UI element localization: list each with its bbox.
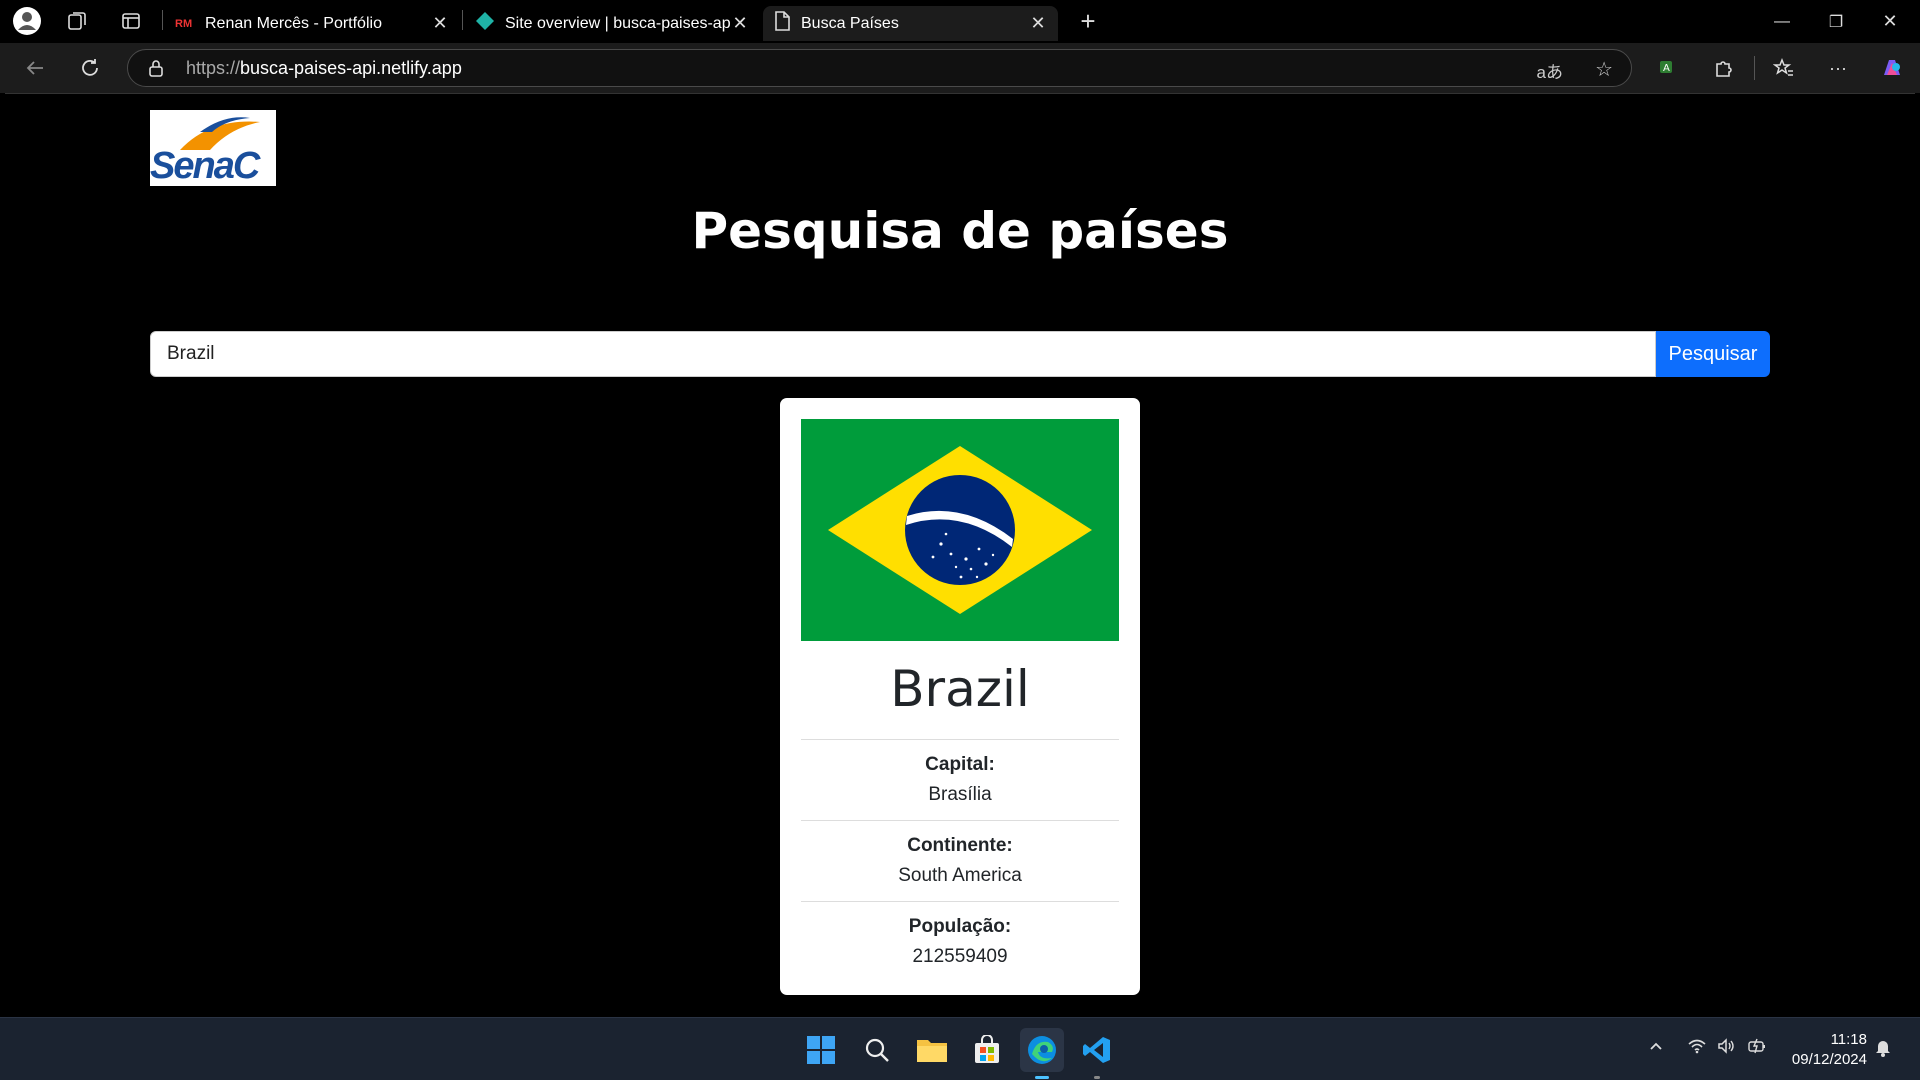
vertical-tabs-icon[interactable] bbox=[115, 5, 147, 37]
copilot-icon[interactable] bbox=[1876, 52, 1908, 84]
continent-label: Continente: bbox=[907, 835, 1013, 856]
capital-row: Capital: Brasília bbox=[801, 739, 1119, 820]
profile-icon[interactable] bbox=[11, 5, 43, 37]
close-icon[interactable]: ✕ bbox=[1028, 13, 1048, 34]
brazil-flag bbox=[801, 419, 1119, 641]
logo-text: SenaC bbox=[150, 145, 260, 186]
continent-row: Continente: South America bbox=[801, 820, 1119, 901]
tab-busca-paises[interactable]: Busca Países ✕ bbox=[763, 6, 1058, 41]
favorite-star-icon[interactable]: ☆ bbox=[1595, 57, 1613, 82]
search-button[interactable]: Pesquisar bbox=[1656, 331, 1770, 377]
browser-tabbar: RM Renan Mercês - Portfólio ✕ Site overv… bbox=[0, 0, 1920, 43]
search-input[interactable]: Brazil bbox=[150, 331, 1656, 377]
running-app-indicator bbox=[1094, 1076, 1100, 1079]
close-window-icon[interactable]: ✕ bbox=[1863, 0, 1917, 43]
windows-start-icon[interactable] bbox=[799, 1028, 843, 1072]
continent-value: South America bbox=[898, 865, 1022, 886]
microsoft-store-icon[interactable] bbox=[965, 1028, 1009, 1072]
notification-bell-icon[interactable] bbox=[1874, 1037, 1892, 1062]
lock-icon[interactable] bbox=[148, 59, 164, 82]
capital-label: Capital: bbox=[925, 754, 995, 775]
refresh-icon[interactable] bbox=[74, 52, 106, 84]
country-card: Brazil Capital: Brasília Continente: Sou… bbox=[780, 398, 1140, 995]
tab-title: Busca Países bbox=[801, 14, 899, 32]
file-explorer-icon[interactable] bbox=[910, 1028, 954, 1072]
browser-toolbar: https://busca-paises-api.netlify.app aあ … bbox=[0, 43, 1920, 93]
tab-separator bbox=[462, 10, 463, 30]
close-icon[interactable]: ✕ bbox=[430, 13, 450, 34]
tab-netlify[interactable]: Site overview | busca-paises-api | ✕ bbox=[465, 6, 760, 41]
page-icon bbox=[773, 11, 791, 36]
workspaces-icon[interactable] bbox=[61, 5, 93, 37]
tab-title: Site overview | busca-paises-api | bbox=[505, 14, 730, 32]
more-options-icon[interactable]: ··· bbox=[1822, 52, 1854, 84]
tab-title: Renan Mercês - Portfólio bbox=[205, 14, 382, 32]
battery-charging-icon[interactable] bbox=[1747, 1038, 1769, 1059]
vscode-icon[interactable] bbox=[1075, 1028, 1119, 1072]
toolbar-separator bbox=[1754, 56, 1755, 80]
senac-logo: SenaC bbox=[150, 110, 276, 186]
minimize-icon[interactable]: — bbox=[1755, 0, 1809, 43]
restore-icon[interactable]: ❐ bbox=[1809, 0, 1863, 43]
capital-value: Brasília bbox=[928, 784, 992, 805]
address-bar[interactable]: https://busca-paises-api.netlify.app aあ … bbox=[127, 49, 1632, 87]
population-label: População: bbox=[908, 916, 1012, 937]
clock-date: 09/12/2024 bbox=[1791, 1051, 1867, 1068]
netlify-favicon bbox=[475, 11, 495, 36]
close-icon[interactable]: ✕ bbox=[730, 13, 750, 34]
clock-time: 11:18 bbox=[1830, 1031, 1867, 1048]
population-value: 212559409 bbox=[912, 946, 1008, 967]
country-name: Brazil bbox=[890, 660, 1030, 718]
population-row: População: 212559409 bbox=[801, 901, 1119, 982]
tab-separator bbox=[162, 10, 163, 30]
url-text[interactable]: https://busca-paises-api.netlify.app bbox=[186, 58, 462, 79]
active-app-indicator bbox=[1035, 1076, 1049, 1079]
favorites-icon[interactable] bbox=[1768, 52, 1800, 84]
chevron-up-icon[interactable] bbox=[1648, 1038, 1664, 1059]
page-viewport: SenaC Pesquisa de países Brazil Pesquisa… bbox=[5, 93, 1915, 1017]
search-icon[interactable] bbox=[855, 1028, 899, 1072]
new-tab-icon[interactable]: + bbox=[1072, 5, 1104, 37]
extension-icon[interactable]: A bbox=[1652, 52, 1684, 84]
system-clock[interactable]: 11:18 09/12/2024 bbox=[1792, 1030, 1867, 1070]
svg-text:A: A bbox=[1663, 63, 1670, 74]
read-aloud-icon[interactable]: aあ bbox=[1537, 58, 1563, 83]
wifi-icon[interactable] bbox=[1687, 1038, 1707, 1059]
edge-browser-icon[interactable] bbox=[1020, 1028, 1064, 1072]
volume-icon[interactable] bbox=[1717, 1038, 1737, 1059]
windows-taskbar: 11:18 09/12/2024 bbox=[0, 1017, 1920, 1080]
back-icon[interactable] bbox=[19, 52, 51, 84]
tab-portfolio[interactable]: RM Renan Mercês - Portfólio ✕ bbox=[165, 6, 460, 41]
extensions-puzzle-icon[interactable] bbox=[1708, 52, 1740, 84]
rm-favicon: RM bbox=[175, 17, 193, 30]
page-title: Pesquisa de países bbox=[691, 202, 1229, 260]
